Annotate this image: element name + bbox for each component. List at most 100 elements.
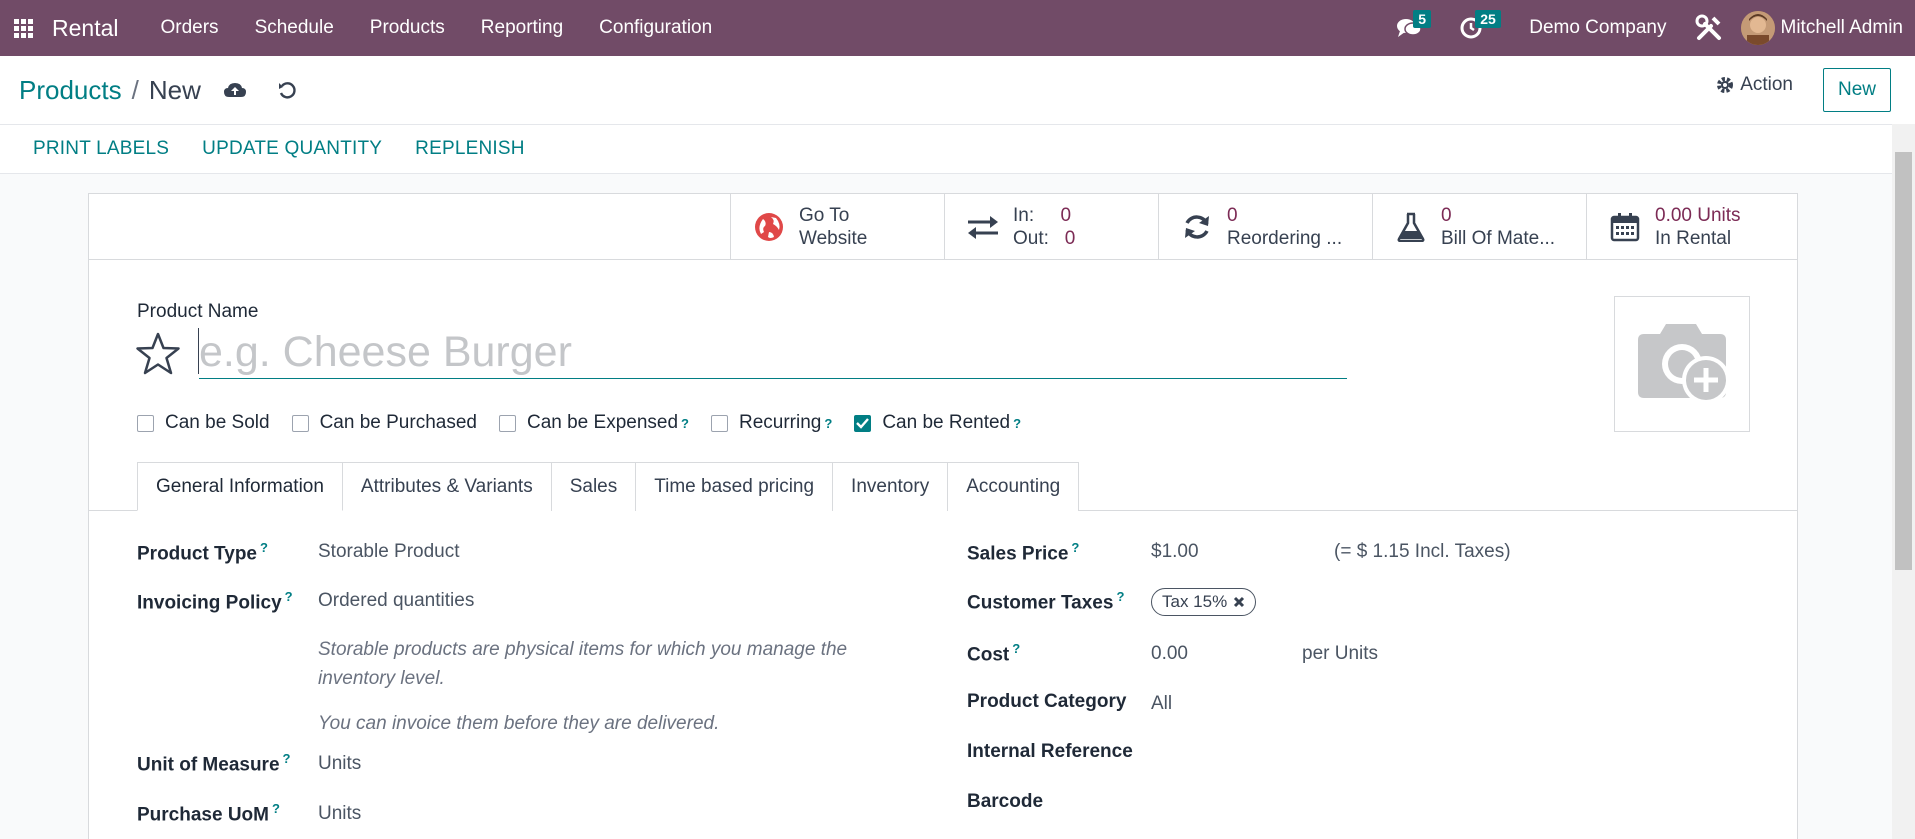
checkbox-label: Can be Expensed: [526, 412, 679, 433]
breadcrumb: Products / New: [19, 75, 201, 106]
help-tooltip-icon[interactable]: ?: [1012, 641, 1020, 656]
help-tooltip-icon[interactable]: ?: [283, 751, 291, 766]
checkbox-box[interactable]: [137, 414, 154, 432]
tab-accounting[interactable]: Accounting: [948, 462, 1080, 511]
bill-of-materials-button[interactable]: 0 Bill Of Mate...: [1372, 194, 1586, 259]
activities-count-badge: 25: [1475, 10, 1501, 28]
invoicing-policy-select[interactable]: Ordered quantities: [318, 590, 474, 612]
text-cursor: [198, 328, 199, 374]
breadcrumb-current: New: [148, 74, 201, 105]
tab-sales[interactable]: Sales: [551, 462, 637, 511]
can-be-purchased-checkbox[interactable]: Can be Purchased: [291, 412, 477, 434]
reordering-value: 0: [1227, 204, 1238, 226]
sales-price-input[interactable]: $1.00: [1151, 541, 1199, 563]
discard-button[interactable]: [277, 80, 297, 100]
debug-tools-button[interactable]: [1689, 0, 1729, 56]
rental-value: 0.00 Units: [1655, 204, 1741, 226]
action-menu-button[interactable]: Action: [1716, 74, 1793, 96]
product-name-label: Product Name: [137, 301, 259, 322]
globe-icon: [755, 212, 783, 241]
messages-button[interactable]: 5: [1389, 0, 1432, 56]
print-labels-button[interactable]: PRINT LABELS: [33, 138, 169, 160]
breadcrumb-products[interactable]: Products: [19, 75, 122, 106]
menu-configuration[interactable]: Configuration: [581, 0, 730, 56]
uom-label: Unit of Measure?: [137, 751, 291, 776]
can-be-rented-checkbox[interactable]: Can be Rented?: [854, 412, 1021, 434]
refresh-icon: [1185, 214, 1209, 239]
website-label: Website: [799, 227, 868, 249]
breadcrumb-separator: /: [131, 74, 139, 105]
product-name-input[interactable]: [199, 327, 1347, 379]
help-tooltip-icon[interactable]: ?: [824, 416, 832, 431]
help-tooltip-icon[interactable]: ?: [1013, 416, 1021, 431]
purchase-uom-label: Purchase UoM?: [137, 801, 280, 826]
sales-price-label: Sales Price?: [967, 540, 1080, 565]
top-navbar: Rental Orders Schedule Products Reportin…: [0, 0, 1915, 56]
form-sheet: Go To Website In: 0 Out: 0 0 Reordering …: [88, 193, 1798, 839]
app-name[interactable]: Rental: [52, 15, 118, 42]
tab-general-information[interactable]: General Information: [137, 462, 343, 511]
new-button[interactable]: New: [1823, 68, 1891, 112]
bom-label: Bill Of Mate...: [1441, 227, 1556, 249]
checkbox-label: Can be Rented: [882, 412, 1011, 433]
apps-menu-icon[interactable]: [0, 0, 46, 56]
checkbox-box[interactable]: [710, 414, 728, 432]
tab-attributes-variants[interactable]: Attributes & Variants: [342, 462, 552, 511]
tools-icon: [1695, 14, 1721, 40]
checkbox-box[interactable]: [291, 414, 309, 432]
checkbox-box[interactable]: [498, 414, 516, 432]
product-image-upload[interactable]: [1614, 296, 1750, 432]
help-tooltip-icon[interactable]: ?: [260, 540, 268, 555]
can-be-sold-checkbox[interactable]: Can be Sold: [137, 412, 270, 434]
form-statusbar: PRINT LABELS UPDATE QUANTITY REPLENISH: [0, 124, 1892, 174]
help-tooltip-icon[interactable]: ?: [681, 416, 689, 431]
product-type-select[interactable]: Storable Product: [318, 541, 460, 563]
customer-taxes-label: Customer Taxes?: [967, 589, 1125, 614]
tax-tag[interactable]: Tax 15%: [1151, 588, 1257, 616]
product-category-label: Product Category: [967, 691, 1127, 712]
activities-button[interactable]: 25: [1451, 0, 1501, 56]
product-category-select[interactable]: All: [1151, 693, 1172, 715]
product-type-note: Storable products are physical items for…: [318, 639, 848, 689]
menu-orders[interactable]: Orders: [142, 0, 236, 56]
menu-products[interactable]: Products: [352, 0, 463, 56]
in-label: In:: [1013, 204, 1035, 226]
invoice-note: You can invoice them before they are del…: [318, 713, 720, 734]
help-tooltip-icon[interactable]: ?: [285, 589, 293, 604]
internal-reference-label: Internal Reference: [967, 741, 1133, 762]
update-quantity-button[interactable]: UPDATE QUANTITY: [202, 138, 382, 160]
save-button[interactable]: [223, 81, 247, 99]
replenish-button[interactable]: REPLENISH: [415, 138, 525, 160]
out-label: Out:: [1013, 227, 1049, 249]
purchase-uom-select[interactable]: Units: [318, 803, 361, 825]
tab-inventory[interactable]: Inventory: [833, 462, 949, 511]
can-be-expensed-checkbox[interactable]: Can be Expensed?: [498, 412, 689, 434]
scrollbar-thumb[interactable]: [1895, 152, 1912, 570]
in-value: 0: [1060, 204, 1072, 226]
favorite-star-icon[interactable]: [135, 332, 181, 382]
help-tooltip-icon[interactable]: ?: [1116, 589, 1124, 604]
user-menu[interactable]: Mitchell Admin: [1781, 17, 1904, 39]
cost-label: Cost?: [967, 641, 1021, 666]
action-label: Action: [1740, 74, 1793, 95]
reordering-rules-button[interactable]: 0 Reordering ...: [1158, 194, 1372, 259]
product-flags: Can be Sold Can be Purchased Can be Expe…: [137, 412, 1043, 434]
recurring-checkbox[interactable]: Recurring?: [710, 412, 832, 434]
tab-time-based-pricing[interactable]: Time based pricing: [636, 462, 834, 511]
uom-select[interactable]: Units: [318, 753, 361, 775]
in-out-moves-button[interactable]: In: 0 Out: 0: [944, 194, 1158, 259]
cost-input[interactable]: 0.00: [1151, 643, 1188, 665]
help-tooltip-icon[interactable]: ?: [1071, 540, 1079, 555]
exchange-arrows-icon: [968, 215, 998, 239]
in-rental-button[interactable]: 0.00 Units In Rental: [1586, 194, 1800, 259]
user-avatar[interactable]: [1740, 11, 1775, 45]
menu-schedule[interactable]: Schedule: [237, 0, 352, 56]
go-to-website-button[interactable]: Go To Website: [730, 194, 944, 259]
checkbox-box-checked[interactable]: [854, 414, 872, 432]
close-icon[interactable]: [1233, 596, 1245, 608]
company-switcher[interactable]: Demo Company: [1529, 17, 1666, 39]
gear-icon: [1717, 77, 1734, 93]
cost-unit: per Units: [1302, 643, 1379, 664]
menu-reporting[interactable]: Reporting: [463, 0, 581, 56]
help-tooltip-icon[interactable]: ?: [272, 801, 280, 816]
